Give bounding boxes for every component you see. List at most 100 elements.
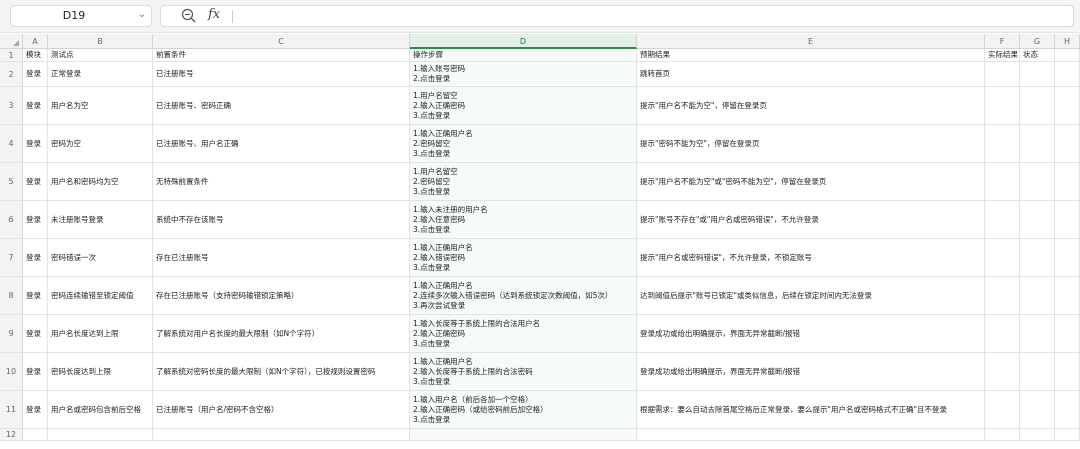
cell-f[interactable] xyxy=(985,391,1020,428)
cell-b[interactable]: 未注册账号登录 xyxy=(48,201,153,238)
cell-f[interactable] xyxy=(985,429,1020,440)
cell-a[interactable]: 登录 xyxy=(23,201,48,238)
cell-h[interactable] xyxy=(1055,315,1080,352)
cell-g[interactable] xyxy=(1020,62,1055,86)
row-header[interactable]: 4 xyxy=(0,125,23,162)
cell-e[interactable]: 达到阈值后提示"账号已锁定"或类似信息，后续在锁定时间内无法登录 xyxy=(637,277,985,314)
cell-c[interactable]: 已注册账号、用户名正确 xyxy=(153,125,410,162)
header-cell-h[interactable] xyxy=(1055,49,1080,61)
cell-h[interactable] xyxy=(1055,353,1080,390)
header-cell-c[interactable]: 前置条件 xyxy=(153,49,410,61)
row-header[interactable]: 1 xyxy=(0,49,23,61)
cell-b[interactable]: 正常登录 xyxy=(48,62,153,86)
cell-b[interactable]: 用户名为空 xyxy=(48,87,153,124)
header-cell-g[interactable]: 状态 xyxy=(1020,49,1055,61)
select-all-corner[interactable] xyxy=(0,34,23,49)
cell-h[interactable] xyxy=(1055,163,1080,200)
cell-d[interactable]: 1.输入正确用户名 2.连续多次输入错误密码（达到系统锁定次数阈值，如5次） 3.再… xyxy=(410,277,637,314)
cell-a[interactable]: 登录 xyxy=(23,315,48,352)
formula-input[interactable]: fx xyxy=(160,5,1074,27)
cell-g[interactable] xyxy=(1020,429,1055,440)
cell-e[interactable] xyxy=(637,429,985,440)
cell-c[interactable]: 存在已注册账号 xyxy=(153,239,410,276)
cell-d[interactable]: 1.输入正确用户名 2.输入长度等于系统上限的合法密码 3.点击登录 xyxy=(410,353,637,390)
cell-b[interactable]: 密码为空 xyxy=(48,125,153,162)
row-header[interactable]: 8 xyxy=(0,277,23,314)
cell-d[interactable]: 1.输入长度等于系统上限的合法用户名 2.输入正确密码 3.点击登录 xyxy=(410,315,637,352)
cell-a[interactable]: 登录 xyxy=(23,353,48,390)
cell-c[interactable]: 已注册账号、密码正确 xyxy=(153,87,410,124)
cell-c[interactable]: 了解系统对用户名长度的最大限制（如N个字符） xyxy=(153,315,410,352)
cell-b[interactable] xyxy=(48,429,153,440)
column-header-e[interactable]: E xyxy=(637,34,985,49)
row-header[interactable]: 9 xyxy=(0,315,23,352)
name-box[interactable]: D19 ⌄ xyxy=(10,5,152,27)
cell-g[interactable] xyxy=(1020,277,1055,314)
cell-d[interactable]: 1.输入未注册的用户名 2.输入任意密码 3.点击登录 xyxy=(410,201,637,238)
cell-g[interactable] xyxy=(1020,315,1055,352)
row-header[interactable]: 5 xyxy=(0,163,23,200)
cell-e[interactable]: 登录成功或给出明确提示，界面无异常截断/报错 xyxy=(637,315,985,352)
cell-c[interactable]: 无特殊前置条件 xyxy=(153,163,410,200)
cell-g[interactable] xyxy=(1020,163,1055,200)
column-header-g[interactable]: G xyxy=(1020,34,1055,49)
cell-f[interactable] xyxy=(985,87,1020,124)
cell-h[interactable] xyxy=(1055,87,1080,124)
function-icon[interactable]: fx xyxy=(208,7,220,22)
row-header[interactable]: 2 xyxy=(0,62,23,86)
header-cell-e[interactable]: 预期结果 xyxy=(637,49,985,61)
cell-e[interactable]: 提示"密码不能为空"，停留在登录页 xyxy=(637,125,985,162)
cell-d[interactable]: 1.输入正确用户名 2.密码留空 3.点击登录 xyxy=(410,125,637,162)
cell-e[interactable]: 提示"用户名不能为空"，停留在登录页 xyxy=(637,87,985,124)
column-header-h[interactable]: H xyxy=(1055,34,1080,49)
cell-a[interactable]: 登录 xyxy=(23,125,48,162)
cell-g[interactable] xyxy=(1020,201,1055,238)
cell-f[interactable] xyxy=(985,62,1020,86)
cell-g[interactable] xyxy=(1020,125,1055,162)
cell-g[interactable] xyxy=(1020,239,1055,276)
header-cell-b[interactable]: 测试点 xyxy=(48,49,153,61)
cell-d[interactable]: 1.用户名留空 2.输入正确密码 3.点击登录 xyxy=(410,87,637,124)
cell-b[interactable]: 密码错误一次 xyxy=(48,239,153,276)
cell-c[interactable]: 已注册账号 xyxy=(153,62,410,86)
cell-e[interactable]: 根据需求：要么自动去除首尾空格后正常登录，要么提示"用户名或密码格式不正确"且不… xyxy=(637,391,985,428)
cell-a[interactable]: 登录 xyxy=(23,163,48,200)
cell-a[interactable] xyxy=(23,429,48,440)
cell-h[interactable] xyxy=(1055,62,1080,86)
cell-a[interactable]: 登录 xyxy=(23,239,48,276)
column-header-a[interactable]: A xyxy=(23,34,48,49)
cell-h[interactable] xyxy=(1055,391,1080,428)
row-header[interactable]: 3 xyxy=(0,87,23,124)
cell-a[interactable]: 登录 xyxy=(23,391,48,428)
cell-a[interactable]: 登录 xyxy=(23,62,48,86)
cell-f[interactable] xyxy=(985,353,1020,390)
cell-h[interactable] xyxy=(1055,201,1080,238)
cell-c[interactable] xyxy=(153,429,410,440)
column-header-d[interactable]: D xyxy=(410,34,637,49)
zoom-icon[interactable] xyxy=(180,7,198,25)
cell-f[interactable] xyxy=(985,163,1020,200)
chevron-down-icon[interactable]: ⌄ xyxy=(138,9,146,20)
cell-e[interactable]: 提示"用户名或密码错误"，不允许登录，不锁定账号 xyxy=(637,239,985,276)
cell-b[interactable]: 密码连续输错至锁定阈值 xyxy=(48,277,153,314)
cell-f[interactable] xyxy=(985,201,1020,238)
header-cell-d[interactable]: 操作步骤 xyxy=(410,49,637,61)
row-header[interactable]: 10 xyxy=(0,353,23,390)
column-header-c[interactable]: C xyxy=(153,34,410,49)
cell-b[interactable]: 用户名长度达到上限 xyxy=(48,315,153,352)
cell-b[interactable]: 用户名和密码均为空 xyxy=(48,163,153,200)
cell-c[interactable]: 了解系统对密码长度的最大限制（如N个字符），已按规则设置密码 xyxy=(153,353,410,390)
row-header[interactable]: 6 xyxy=(0,201,23,238)
cell-h[interactable] xyxy=(1055,277,1080,314)
cell-f[interactable] xyxy=(985,277,1020,314)
row-header[interactable]: 11 xyxy=(0,391,23,428)
cell-g[interactable] xyxy=(1020,353,1055,390)
cell-e[interactable]: 提示"账号不存在"或"用户名或密码错误"，不允许登录 xyxy=(637,201,985,238)
header-cell-a[interactable]: 模块 xyxy=(23,49,48,61)
cell-c[interactable]: 已注册账号（用户名/密码不含空格） xyxy=(153,391,410,428)
row-header[interactable]: 12 xyxy=(0,429,23,440)
cell-d[interactable]: 1.输入用户名（前后各加一个空格） 2.输入正确密码（或给密码前后加空格） 3.点击… xyxy=(410,391,637,428)
column-header-f[interactable]: F xyxy=(985,34,1020,49)
cell-f[interactable] xyxy=(985,239,1020,276)
header-cell-f[interactable]: 实际结果 xyxy=(985,49,1020,61)
